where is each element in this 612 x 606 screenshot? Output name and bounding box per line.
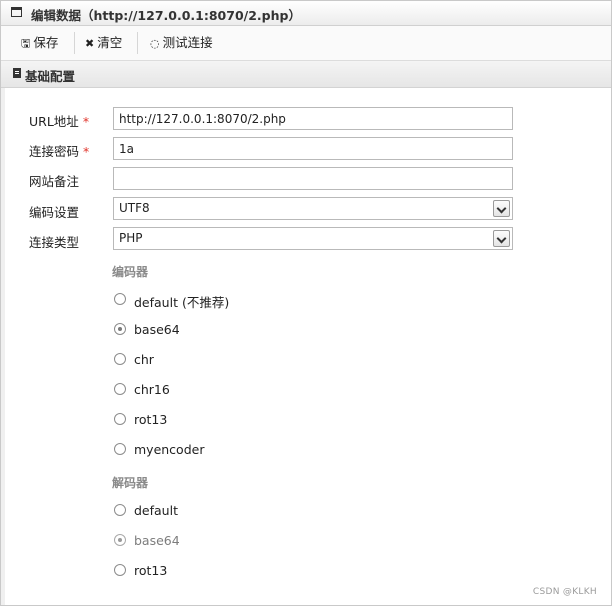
section-header: 基础配置: [1, 61, 611, 88]
encoder-group-title: 编码器: [112, 265, 149, 279]
test-connection-label: 测试连接: [162, 35, 213, 50]
encoder-option-label[interactable]: default (不推荐): [134, 292, 229, 311]
encoding-value: UTF8: [119, 201, 150, 215]
type-value: PHP: [119, 231, 143, 245]
spinner-icon: ◌: [150, 37, 160, 50]
chevron-down-icon[interactable]: [493, 230, 510, 247]
clear-button-label: 清空: [97, 35, 123, 50]
decoder-option-label[interactable]: default: [134, 503, 178, 518]
note-label: 网站备注: [29, 174, 80, 189]
window-icon: [11, 7, 22, 17]
encoder-radio-rot13[interactable]: [114, 413, 126, 425]
password-input[interactable]: [113, 137, 513, 160]
note-input[interactable]: [113, 167, 513, 190]
toolbar: 🖫 保存 ✖ 清空 ◌ 测试连接: [1, 26, 611, 61]
encoder-radio-myencoder[interactable]: [114, 443, 126, 455]
password-label-text: 连接密码: [29, 144, 80, 159]
save-icon: 🖫: [21, 37, 31, 50]
clear-button[interactable]: ✖ 清空: [85, 34, 122, 52]
required-mark: *: [83, 144, 90, 159]
title-bar: 编辑数据（http://127.0.0.1:8070/2.php）: [1, 1, 611, 26]
encoder-option-label[interactable]: chr16: [134, 382, 170, 397]
decoder-radio-default[interactable]: [114, 504, 126, 516]
toolbar-divider: [74, 32, 75, 54]
decoder-group-title: 解码器: [112, 476, 149, 490]
save-button[interactable]: 🖫 保存: [21, 34, 58, 52]
decoder-radio-rot13[interactable]: [114, 564, 126, 576]
encoder-radio-chr[interactable]: [114, 353, 126, 365]
type-label: 连接类型: [29, 235, 80, 250]
type-select[interactable]: PHP: [113, 227, 513, 250]
window-title: 编辑数据（http://127.0.0.1:8070/2.php）: [31, 8, 301, 23]
encoder-option-label[interactable]: chr: [134, 352, 154, 367]
required-mark: *: [82, 114, 90, 129]
decoder-radio-base64[interactable]: [114, 534, 126, 546]
edit-data-window: 编辑数据（http://127.0.0.1:8070/2.php） 🖫 保存 ✖ 清…: [0, 0, 612, 606]
url-label-text: URL地址: [29, 114, 79, 129]
encoder-option-label[interactable]: myencoder: [134, 442, 204, 457]
encoder-radio-default[interactable]: [114, 293, 126, 305]
encoding-select[interactable]: UTF8: [113, 197, 513, 220]
close-icon: ✖: [85, 37, 95, 50]
save-button-label: 保存: [33, 35, 59, 50]
decoder-option-label[interactable]: rot13: [134, 563, 167, 578]
section-title: 基础配置: [25, 69, 76, 84]
password-label: 连接密码 *: [29, 141, 89, 160]
encoding-label: 编码设置: [29, 205, 80, 220]
toolbar-divider: [137, 32, 138, 54]
encoder-option-label[interactable]: base64: [134, 322, 180, 337]
form-panel: [1, 88, 611, 605]
chevron-down-icon[interactable]: [493, 200, 510, 217]
encoder-option-label[interactable]: rot13: [134, 412, 167, 427]
decoder-option-label[interactable]: base64: [134, 533, 180, 548]
url-label: URL地址 *: [29, 111, 89, 130]
test-connection-button[interactable]: ◌ 测试连接: [150, 34, 213, 52]
url-input[interactable]: [113, 107, 513, 130]
document-icon: [13, 68, 21, 78]
encoder-radio-chr16[interactable]: [114, 383, 126, 395]
watermark: CSDN @KLKH: [532, 587, 597, 597]
encoder-radio-base64[interactable]: [114, 323, 126, 335]
